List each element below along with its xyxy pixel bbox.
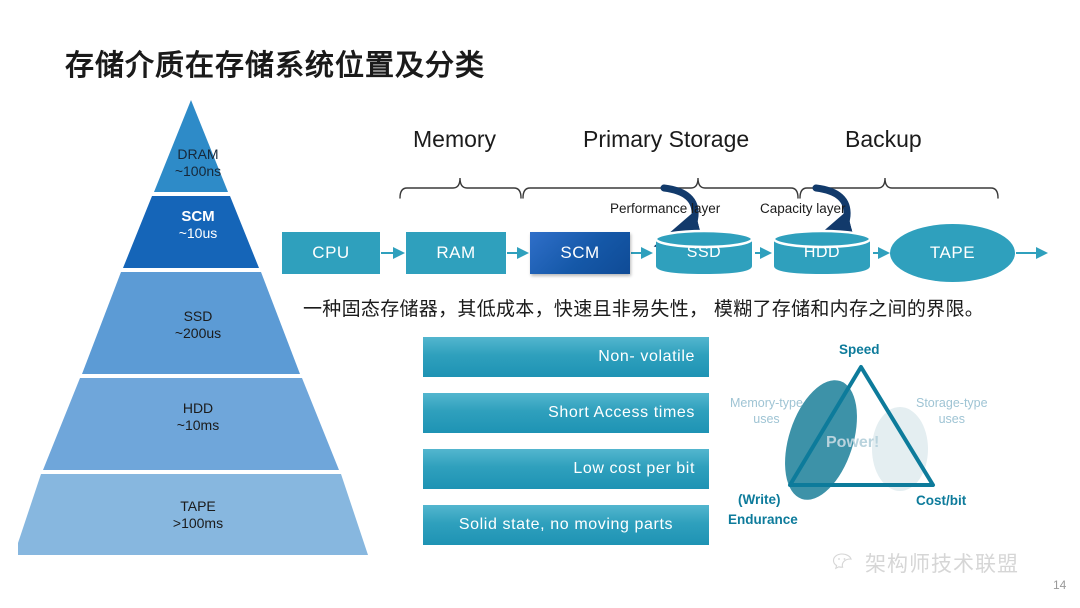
tradeoff-label-write: (Write) — [738, 492, 781, 507]
feature-bar-solid-state: Solid state, no moving parts — [423, 505, 709, 545]
label-performance-layer: Performance layer — [610, 201, 721, 216]
page-number: 14 — [1053, 578, 1067, 592]
section-header-memory: Memory — [413, 126, 497, 152]
slide-canvas: 存储介质在存储系统位置及分类 DRAM ~100ns SCM ~10us SSD… — [0, 0, 1080, 608]
feature-bar-non-volatile: Non- volatile — [423, 337, 709, 377]
wechat-icon — [832, 553, 852, 570]
tradeoff-label-power: Power! — [826, 434, 880, 451]
memory-type-line2: uses — [753, 412, 780, 426]
flow-node-scm[interactable]: SCM — [530, 232, 630, 274]
pyramid-shape — [18, 100, 368, 555]
storage-type-line1: Storage-type — [916, 396, 988, 410]
section-header-primary-storage: Primary Storage — [583, 126, 750, 152]
memory-type-line1: Memory-type — [730, 396, 803, 410]
flow-node-ssd-label: SSD — [686, 244, 722, 261]
storage-pyramid: DRAM ~100ns SCM ~10us SSD ~200us HDD ~10… — [18, 100, 378, 560]
tradeoff-label-cost-bit: Cost/bit — [916, 493, 967, 508]
flow-node-ssd[interactable]: SSD — [654, 226, 754, 274]
flow-node-tape[interactable]: TAPE — [890, 224, 1015, 282]
storage-type-line2: uses — [938, 412, 965, 426]
tradeoff-label-storage-type-uses: Storage-type uses — [916, 395, 988, 427]
flow-node-hdd-label: HDD — [803, 244, 841, 261]
scm-feature-list: Non- volatile Short Access times Low cos… — [423, 337, 709, 561]
tradeoff-label-speed: Speed — [839, 342, 880, 357]
tradeoff-label-endurance: Endurance — [728, 512, 798, 527]
label-capacity-layer: Capacity layer — [760, 201, 846, 216]
flow-node-cpu[interactable]: CPU — [282, 232, 380, 274]
feature-bar-low-cost-per-bit: Low cost per bit — [423, 449, 709, 489]
flow-node-hdd[interactable]: HDD — [772, 226, 872, 274]
tradeoff-label-memory-type-uses: Memory-type uses — [730, 395, 803, 427]
section-header-backup: Backup — [845, 126, 922, 152]
watermark-text: 架构师技术联盟 — [865, 553, 1019, 576]
feature-bar-short-access-times: Short Access times — [423, 393, 709, 433]
flow-node-ram[interactable]: RAM — [406, 232, 506, 274]
scm-description-caption: 一种固态存储器，其低成本，快速且非易失性， 模糊了存储和内存之间的界限。 — [303, 299, 985, 320]
page-title: 存储介质在存储系统位置及分类 — [65, 50, 486, 82]
watermark: 架构师技术联盟 — [832, 548, 1019, 578]
tradeoff-triangle-figure: Speed Cost/bit (Write) Endurance Memory-… — [728, 342, 1008, 540]
storage-flow-chain: CPU RAM SCM SSD HDD TAPE — [282, 224, 1080, 284]
